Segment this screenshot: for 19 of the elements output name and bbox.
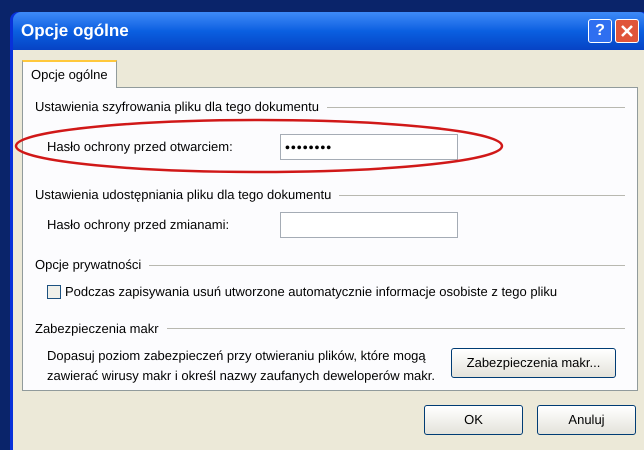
checkbox[interactable]: [47, 284, 61, 299]
section-heading: Ustawienia udostępniania pliku dla tego dokumentu: [35, 186, 332, 204]
tab[interactable]: Opcje ogólne: [22, 60, 117, 88]
password-field[interactable]: ••••••••: [280, 134, 458, 160]
close-icon: [620, 24, 634, 38]
macro-security-button[interactable]: Zabezpieczenia makr...: [451, 348, 616, 378]
checkbox-label: Podczas zapisywania usuń utworzone automatycznie informacje osobiste z tego pliku: [65, 283, 558, 301]
ok-button[interactable]: OK: [424, 405, 523, 435]
section-heading: Ustawienia szyfrowania pliku dla tego dokumentu: [35, 98, 319, 116]
macro-description: Dopasuj poziom zabezpieczeń przy otwieraniu plików, które mogą zawierać wirusy makr i określ nazwy zaufanych deweloperów makr.: [47, 346, 436, 385]
section-heading: Opcje prywatności: [35, 256, 142, 274]
password-field[interactable]: [280, 212, 458, 238]
cancel-button[interactable]: Anuluj: [537, 405, 636, 435]
help-button[interactable]: ?: [588, 19, 612, 43]
field-label: Hasło ochrony przed zmianami:: [47, 216, 230, 234]
field-label: Hasło ochrony przed otwarciem:: [47, 138, 234, 156]
section-heading: Zabezpieczenia makr: [35, 320, 159, 338]
window-title: Opcje ogólne: [21, 20, 130, 42]
close-button[interactable]: [615, 19, 639, 43]
